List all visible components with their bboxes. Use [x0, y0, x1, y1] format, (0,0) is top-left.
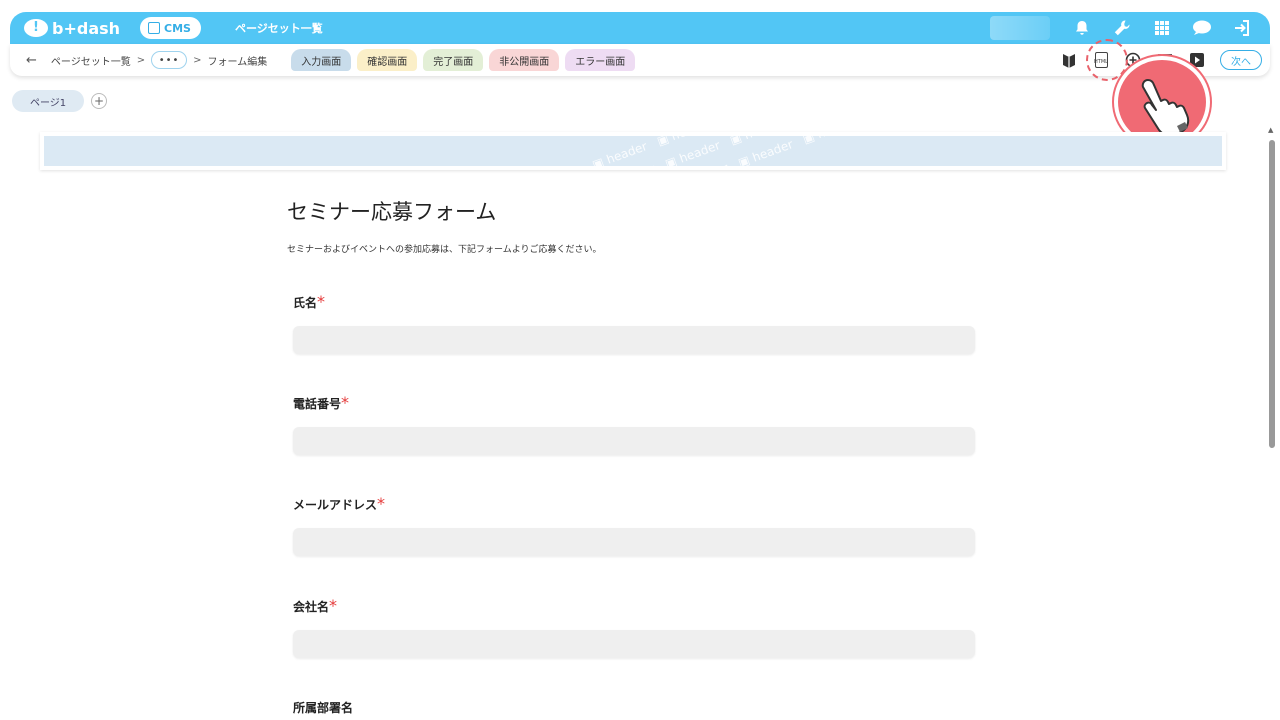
- required-mark: *: [341, 393, 350, 412]
- scroll-thumb[interactable]: [1269, 140, 1275, 448]
- chat-icon[interactable]: [1192, 18, 1212, 38]
- tab-private-screen[interactable]: 非公開画面: [489, 49, 560, 71]
- form-title: セミナー応募フォーム: [287, 200, 497, 224]
- name-input[interactable]: [293, 326, 975, 354]
- tab-confirm-screen[interactable]: 確認画面: [357, 49, 418, 71]
- field-label: メールアドレス: [293, 498, 378, 512]
- tab-complete-screen[interactable]: 完了画面: [423, 49, 484, 71]
- page-tab-1[interactable]: ページ1: [12, 90, 85, 112]
- wrench-icon[interactable]: [1112, 18, 1132, 38]
- breadcrumb-current: フォーム編集: [207, 56, 268, 68]
- bell-icon[interactable]: [1072, 18, 1092, 38]
- company-input[interactable]: [293, 630, 975, 658]
- phone-input[interactable]: [293, 427, 975, 455]
- tab-input-screen[interactable]: 入力画面: [291, 49, 352, 71]
- field-label: 氏名: [293, 296, 318, 310]
- header-block[interactable]: ▣ header ▣ header ▣ header ▣ header ▣ he…: [40, 132, 1226, 170]
- user-name-blurred: [990, 16, 1050, 40]
- field-email: メールアドレス*: [293, 494, 385, 513]
- next-button[interactable]: 次へ: [1220, 50, 1262, 70]
- breadcrumb-root[interactable]: ページセット一覧: [51, 53, 131, 68]
- back-arrow-icon[interactable]: ←: [26, 53, 37, 68]
- edit-icon: [148, 22, 161, 34]
- field-label: 会社名: [293, 600, 330, 614]
- logo-bubble-icon: [24, 19, 48, 37]
- logout-icon[interactable]: [1232, 18, 1252, 38]
- field-phone: 電話番号*: [293, 393, 349, 412]
- cms-label: CMS: [164, 21, 191, 35]
- field-name: 氏名*: [293, 292, 325, 311]
- field-label: 所属部署名: [293, 701, 354, 715]
- guide-icon[interactable]: [1060, 51, 1078, 69]
- header-placeholder: ▣ header ▣ header ▣ header ▣ header ▣ he…: [44, 136, 1222, 166]
- field-department: 所属部署名: [293, 697, 353, 716]
- scrollbar[interactable]: ▲: [1268, 126, 1276, 720]
- email-input[interactable]: [293, 528, 975, 556]
- top-icon-group: [1072, 12, 1252, 44]
- editor-toolbar: ← ページセット一覧 > ••• > フォーム編集 入力画面 確認画面 完了画面…: [10, 44, 1270, 76]
- field-company: 会社名*: [293, 596, 337, 615]
- breadcrumb-separator: >: [193, 54, 202, 66]
- logo[interactable]: b+dash: [24, 19, 120, 38]
- form-content: セミナー応募フォーム セミナーおよびイベントへの参加応募は、下記フォームよりご応…: [287, 196, 987, 715]
- required-mark: *: [377, 494, 386, 513]
- logo-text: b+dash: [52, 18, 121, 38]
- screen-tabs: 入力画面 確認画面 完了画面 非公開画面 エラー画面: [291, 49, 636, 71]
- required-mark: *: [317, 292, 326, 311]
- required-mark: *: [329, 596, 338, 615]
- form-description: セミナーおよびイベントへの参加応募は、下記フォームよりご応募ください。: [287, 245, 602, 255]
- top-bar: b+dash CMS ページセット一覧: [10, 12, 1270, 44]
- breadcrumb-separator: >: [136, 54, 146, 66]
- add-page-button[interactable]: +: [91, 93, 107, 109]
- tab-error-screen[interactable]: エラー画面: [565, 49, 636, 71]
- page-title: ページセット一覧: [234, 22, 323, 35]
- cms-button[interactable]: CMS: [140, 17, 201, 39]
- scroll-up-icon[interactable]: ▲: [1268, 126, 1273, 134]
- breadcrumb-more-button[interactable]: •••: [151, 51, 188, 69]
- field-label: 電話番号: [293, 397, 342, 411]
- header-pattern: ▣ header ▣ header ▣ header ▣ header ▣ he…: [71, 136, 1222, 166]
- grid-icon[interactable]: [1152, 18, 1172, 38]
